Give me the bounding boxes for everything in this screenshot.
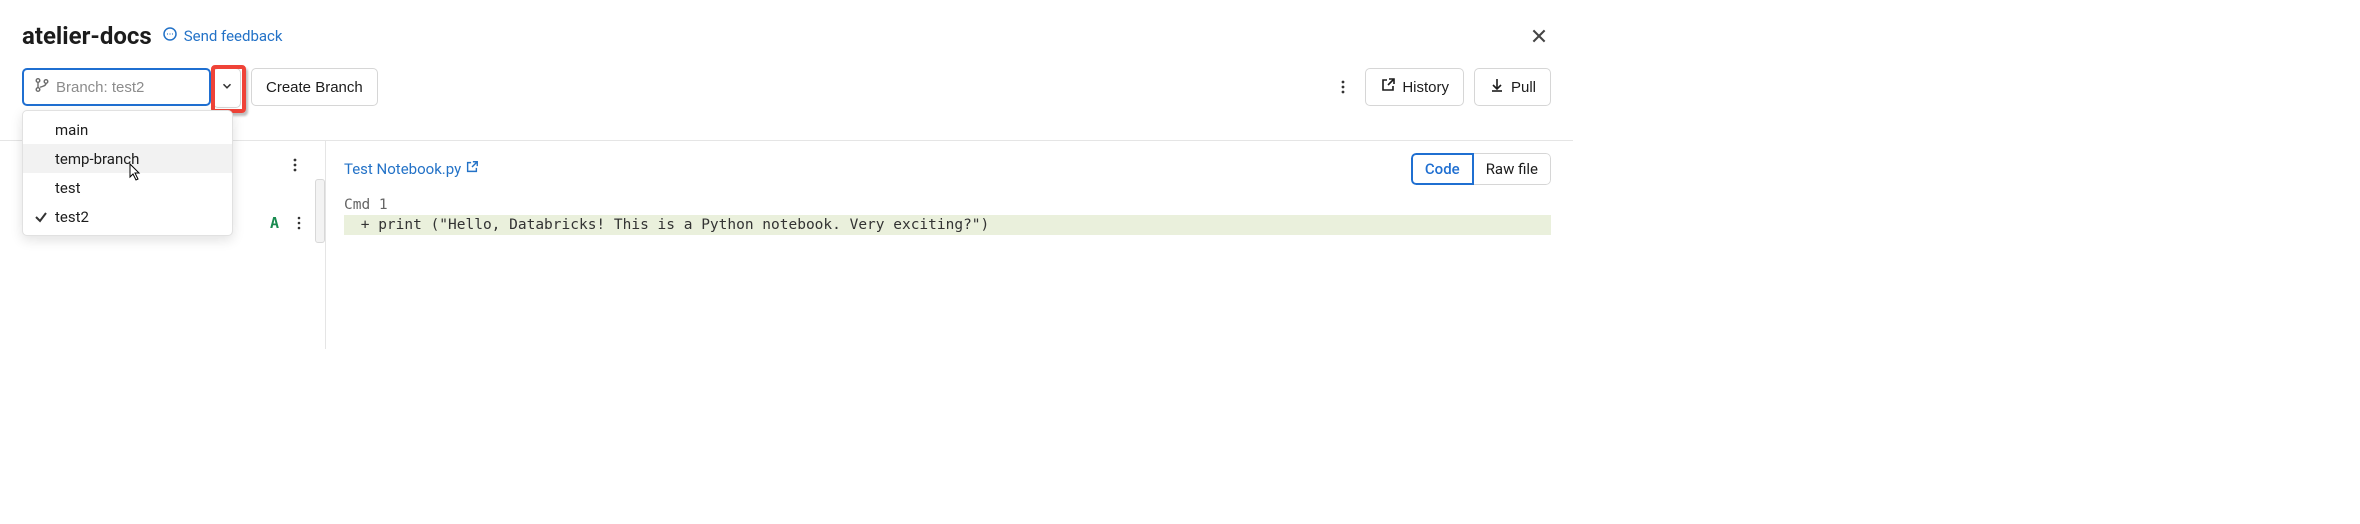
external-link-icon <box>1380 77 1396 97</box>
pull-button[interactable]: Pull <box>1474 68 1551 106</box>
history-button[interactable]: History <box>1365 68 1464 106</box>
close-button[interactable] <box>1527 24 1551 48</box>
history-label: History <box>1402 79 1449 96</box>
file-row-more-button[interactable] <box>287 211 311 235</box>
command-label: Cmd 1 <box>344 195 1551 215</box>
git-branch-icon <box>34 77 50 97</box>
chat-icon <box>162 26 178 46</box>
chevron-down-icon <box>220 79 234 97</box>
diff-line-added: + print ("Hello, Databricks! This is a P… <box>344 215 1551 235</box>
branch-option-label: test <box>55 179 81 197</box>
branch-input-wrapper[interactable] <box>22 68 211 106</box>
toggle-code[interactable]: Code <box>1411 153 1474 185</box>
branch-selector <box>22 68 241 106</box>
branch-option-temp-branch[interactable]: temp-branch <box>23 144 232 173</box>
file-link[interactable]: Test Notebook.py <box>344 160 479 178</box>
branch-option-test2[interactable]: test2 <box>23 202 232 231</box>
send-feedback-link[interactable]: Send feedback <box>162 26 283 46</box>
page-title: atelier-docs <box>22 22 152 50</box>
view-toggle: Code Raw file <box>1411 153 1551 185</box>
branch-option-label: temp-branch <box>55 150 139 168</box>
status-badge-added: A <box>270 214 279 232</box>
branch-option-label: main <box>55 121 88 139</box>
toggle-raw-file[interactable]: Raw file <box>1474 153 1551 185</box>
branch-input[interactable] <box>56 79 201 96</box>
branch-dropdown-toggle[interactable] <box>213 68 241 108</box>
file-view-pane: Test Notebook.py Code Raw file Cmd 1 + p… <box>326 141 1573 349</box>
create-branch-button[interactable]: Create Branch <box>251 68 378 106</box>
send-feedback-label: Send feedback <box>184 27 283 45</box>
branch-option-test[interactable]: test <box>23 173 232 202</box>
more-menu-button[interactable] <box>1331 75 1355 99</box>
file-tree-more-button[interactable] <box>283 153 307 177</box>
branch-option-label: test2 <box>55 208 89 226</box>
download-arrow-icon <box>1489 77 1505 97</box>
pull-label: Pull <box>1511 79 1536 96</box>
external-link-icon <box>465 160 479 178</box>
check-icon <box>33 209 49 225</box>
file-name-label: Test Notebook.py <box>344 160 461 178</box>
branch-dropdown: main temp-branch test test2 <box>22 110 233 236</box>
branch-option-main[interactable]: main <box>23 115 232 144</box>
